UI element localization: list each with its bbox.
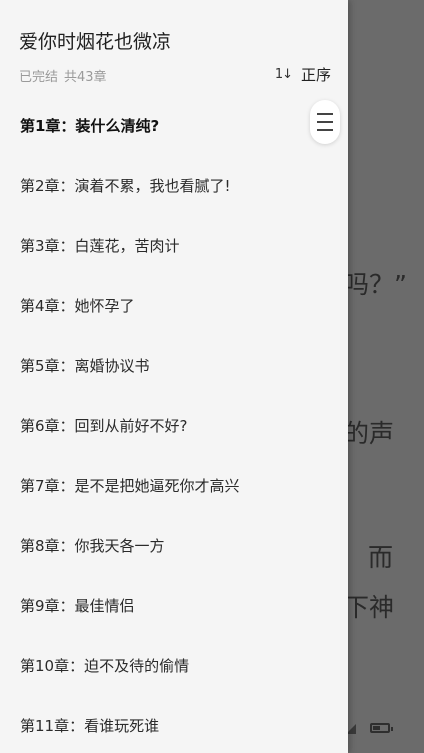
chapter-item[interactable]: 第8章：你我天各一方	[0, 515, 348, 575]
chapter-item[interactable]: 第4章：她怀孕了	[0, 275, 348, 335]
sort-ascending-icon: 1↓	[274, 66, 293, 82]
menu-lines-icon-bar	[317, 129, 333, 131]
battery-icon	[370, 723, 393, 733]
battery-level	[373, 726, 380, 730]
chapter-item[interactable]: 第5章：离婚协议书	[0, 335, 348, 395]
sort-order-label: 正序	[300, 65, 331, 84]
chapter-item[interactable]: 第1章：装什么清纯?	[0, 95, 348, 155]
sort-order-button[interactable]: 1↓ 正序	[275, 63, 331, 85]
reader-screen: 吗？” 的声 而 下神 爱你时烟花也微凉 已完结 共43章 1↓ 正序 第1章：…	[0, 0, 424, 753]
chapter-list: 第1章：装什么清纯? 第2章：演着不累，我也看腻了! 第3章：白莲花，苦肉计 第…	[0, 95, 348, 753]
background-text-line: 而	[368, 543, 394, 572]
book-title: 爱你时烟花也微凉	[19, 31, 172, 53]
chapter-item[interactable]: 第9章：最佳情侣	[0, 575, 348, 635]
chapter-item[interactable]: 第10章：迫不及待的偷情	[0, 635, 348, 695]
chapter-drawer: 爱你时烟花也微凉 已完结 共43章 1↓ 正序 第1章：装什么清纯? 第2章：演…	[0, 0, 348, 753]
menu-lines-icon	[317, 113, 333, 115]
reader-status-bar	[340, 718, 424, 740]
menu-lines-icon-bar	[317, 121, 333, 123]
chapter-item[interactable]: 第3章：白莲花，苦肉计	[0, 215, 348, 275]
background-text-line: 的声	[344, 419, 395, 448]
book-meta-row: 已完结 共43章 1↓ 正序	[19, 63, 331, 86]
chapter-item[interactable]: 第2章：演着不累，我也看腻了!	[0, 155, 348, 215]
background-text-line: 吗？”	[344, 270, 407, 299]
chapter-item[interactable]: 第7章：是不是把她逼死你才高兴	[0, 455, 348, 515]
chapter-item[interactable]: 第11章：看谁玩死谁	[0, 695, 348, 753]
completion-status: 已完结	[19, 70, 59, 85]
background-text-line: 下神	[344, 593, 395, 622]
chapter-item[interactable]: 第6章：回到从前好不好?	[0, 395, 348, 455]
fast-scroll-handle[interactable]	[310, 100, 340, 144]
chapter-count: 共43章	[64, 70, 107, 85]
